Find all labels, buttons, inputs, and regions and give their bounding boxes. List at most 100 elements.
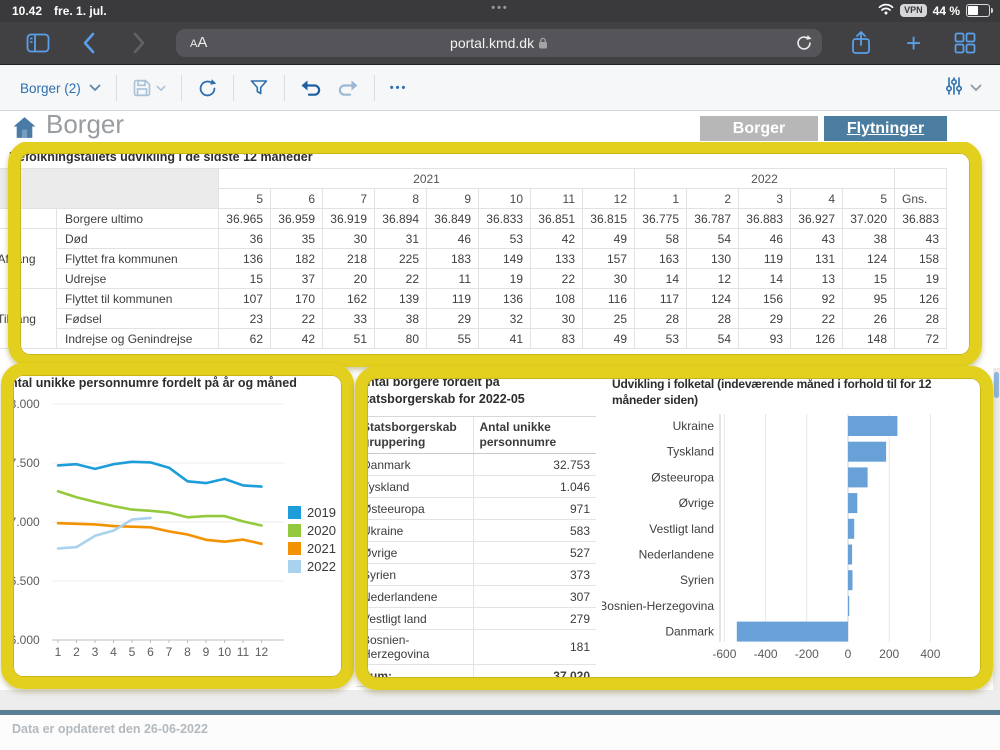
svg-text:38.000: 38.000 — [3, 397, 40, 411]
toolbar-divider — [374, 75, 375, 101]
svg-text:3: 3 — [92, 645, 99, 659]
bar-chart-panel: Udvikling i folketal (indeværende måned … — [602, 368, 994, 690]
battery-icon — [966, 4, 990, 17]
view-switcher[interactable]: Borger (2) — [20, 81, 101, 96]
app-toolbar: Borger (2) ••• — [0, 64, 1000, 111]
data-updated-text: Data er opdateret den 26-06-2022 — [12, 722, 208, 736]
bar — [848, 467, 868, 487]
pop-row: AfgangDød3635303146534249585446433843 — [0, 229, 947, 249]
svg-text:36.000: 36.000 — [3, 633, 40, 647]
citizenship-title: Antal borgere fordelt på statsborgerskab… — [358, 374, 590, 408]
back-icon[interactable] — [82, 32, 96, 59]
address-bar[interactable]: AA portal.kmd.dk — [176, 29, 822, 57]
row-group-label: Afgang — [0, 229, 57, 289]
cit-row: Østeeuropa971 — [356, 498, 596, 520]
settings-sliders-icon[interactable] — [945, 76, 963, 101]
bar-label: Syrien — [680, 573, 714, 587]
scrollbar-track[interactable] — [993, 368, 1000, 690]
legend-swatch-2021 — [288, 542, 301, 555]
refresh-button[interactable] — [197, 78, 218, 99]
new-tab-icon[interactable]: + — [906, 31, 921, 55]
tab-borger[interactable]: Borger — [700, 116, 818, 141]
chevron-down-icon — [89, 84, 101, 92]
chevron-down-icon[interactable] — [970, 84, 982, 92]
share-icon[interactable] — [850, 30, 872, 61]
forward-icon[interactable] — [132, 32, 146, 59]
sidebar-icon[interactable] — [26, 33, 50, 58]
reload-icon[interactable] — [795, 34, 813, 52]
multitask-dots-icon: ••• — [0, 2, 1000, 14]
legend-label-2022: 2022 — [307, 559, 336, 574]
svg-text:36.500: 36.500 — [3, 574, 40, 588]
svg-text:11: 11 — [237, 645, 250, 659]
svg-text:-600: -600 — [712, 647, 736, 661]
row-group-label — [0, 209, 57, 229]
pop-row: Flyttet fra kommunen13618221822518314913… — [0, 249, 947, 269]
wifi-icon — [878, 3, 894, 18]
legend-swatch-2019 — [288, 506, 301, 519]
svg-text:10: 10 — [218, 645, 232, 659]
cit-row: Syrien373 — [356, 564, 596, 586]
svg-text:6: 6 — [147, 645, 154, 659]
toolbar-divider — [116, 75, 117, 101]
svg-text:37.000: 37.000 — [3, 515, 40, 529]
more-button[interactable]: ••• — [390, 82, 408, 94]
legend-label-2020: 2020 — [307, 523, 336, 538]
home-icon[interactable] — [12, 116, 37, 144]
dashboard-content: Befolkningstallets udvikling i de sidste… — [0, 142, 1000, 710]
scrollbar-thumb[interactable] — [994, 372, 999, 398]
bar — [848, 442, 886, 462]
save-button[interactable] — [132, 78, 166, 98]
legend-label-2021: 2021 — [307, 541, 336, 556]
chevron-down-icon — [156, 85, 166, 92]
svg-text:-200: -200 — [795, 647, 819, 661]
svg-text:-400: -400 — [754, 647, 778, 661]
svg-text:7: 7 — [166, 645, 173, 659]
tabs-icon[interactable] — [954, 32, 976, 59]
bar — [848, 545, 852, 565]
bar-label: Danmark — [665, 625, 715, 639]
bar-label: Bosnien-Herzegovina — [602, 599, 714, 613]
row-group-label: Tilgang — [0, 289, 57, 349]
legend-swatch-2022 — [288, 560, 301, 573]
line-chart-panel: Antal unikke personnumre fordelt på år o… — [0, 368, 358, 690]
cit-header: Statsborgerskab grupperingAntal unikke p… — [356, 417, 596, 454]
view-switcher-label: Borger (2) — [20, 81, 81, 96]
lock-icon — [538, 37, 548, 49]
legend-label-2019: 2019 — [307, 505, 336, 520]
tab-flytninger[interactable]: Flytninger — [824, 116, 947, 141]
cit-row: Bosnien-Herzegovina181 — [356, 630, 596, 665]
cit-row: Nederlandene307 — [356, 586, 596, 608]
legend-swatch-2020 — [288, 524, 301, 537]
bar-label: Ukraine — [673, 419, 715, 433]
bar-label: Østeeuropa — [651, 470, 714, 484]
bar-label: Tyskland — [667, 445, 714, 459]
footer: Data er opdateret den 26-06-2022 — [0, 715, 1000, 750]
cit-sum-row: Sum:37.020 — [356, 665, 596, 687]
vpn-badge: VPN — [900, 4, 927, 17]
cit-row: Vestligt land279 — [356, 608, 596, 630]
cit-row: Øvrige527 — [356, 542, 596, 564]
filter-button[interactable] — [249, 78, 269, 98]
bar — [848, 596, 849, 616]
bar — [737, 622, 848, 642]
pop-row: TilgangFlyttet til kommunen1071701621391… — [0, 289, 947, 309]
population-table: 202120225678910111212345Gns.Borgere ulti… — [0, 168, 947, 349]
bar — [848, 519, 854, 539]
bar — [848, 493, 857, 513]
url-text: portal.kmd.dk — [176, 29, 822, 57]
redo-button[interactable] — [337, 79, 359, 98]
undo-button[interactable] — [300, 79, 322, 98]
series-line-2020 — [58, 491, 262, 525]
line-chart-title: Antal unikke personnumre fordelt på år o… — [1, 376, 297, 390]
bar — [848, 416, 897, 436]
series-line-2019 — [58, 462, 262, 487]
svg-text:400: 400 — [920, 647, 940, 661]
cit-row: Danmark32.753 — [356, 454, 596, 476]
citizenship-panel: Antal borgere fordelt på statsborgerskab… — [356, 368, 600, 690]
svg-text:9: 9 — [203, 645, 210, 659]
pop-row: Borgere ultimo36.96536.95936.91936.89436… — [0, 209, 947, 229]
pop-header-years: 20212022 — [0, 169, 947, 189]
toolbar-divider — [284, 75, 285, 101]
pop-row: Indrejse og Genindrejse62425180554183495… — [0, 329, 947, 349]
